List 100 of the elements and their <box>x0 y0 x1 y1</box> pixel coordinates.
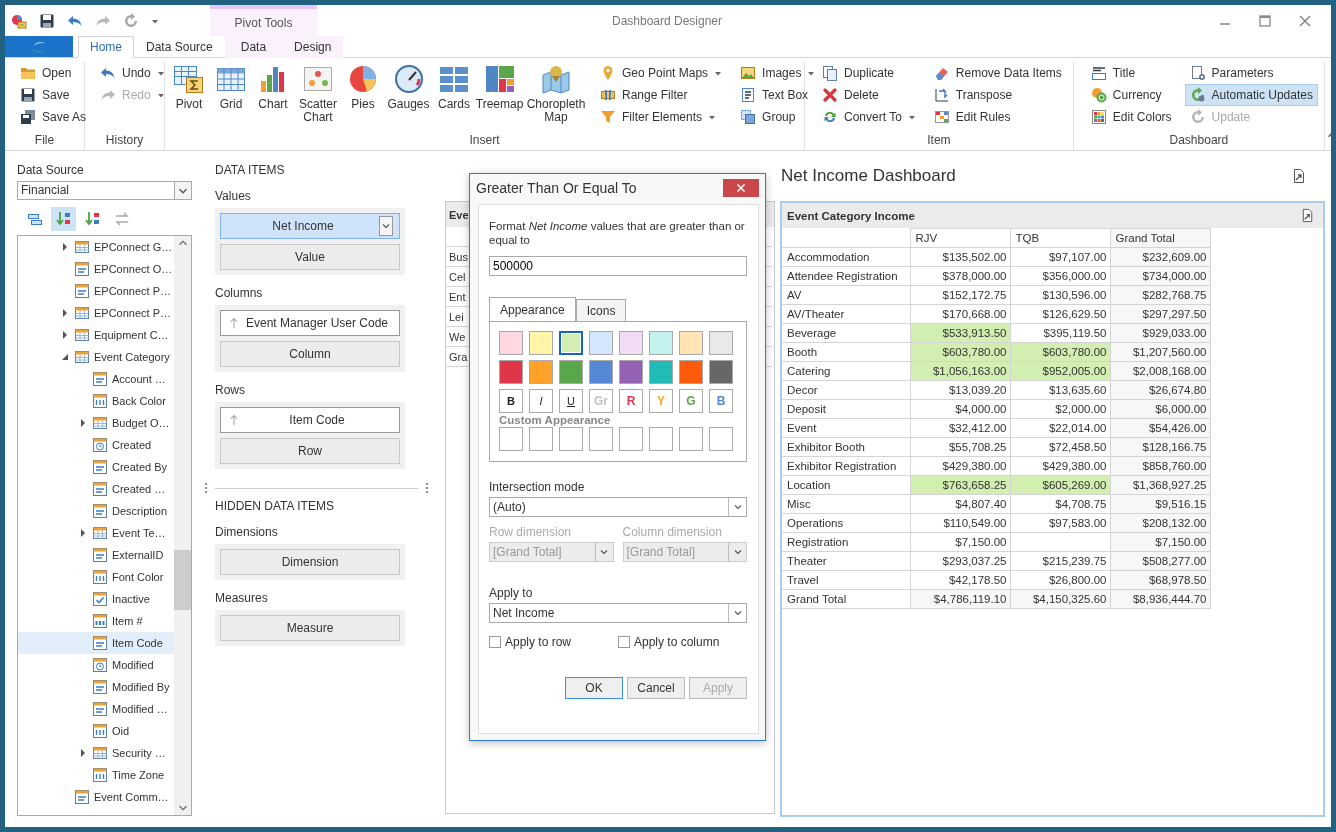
tree-item[interactable]: EPConnect G… <box>18 236 174 258</box>
font-style-swatch[interactable]: B <box>709 389 733 413</box>
tab[interactable]: Appearance <box>489 297 576 321</box>
color-swatch[interactable] <box>709 331 733 355</box>
tree-item[interactable]: Modified … <box>18 698 174 720</box>
checkbox[interactable] <box>489 636 501 648</box>
export-icon[interactable] <box>1291 168 1307 184</box>
export-icon[interactable] <box>1300 208 1315 223</box>
tab[interactable]: Icons <box>575 299 627 321</box>
tree-item[interactable]: Modified <box>18 654 174 676</box>
expander-icon[interactable] <box>79 419 87 427</box>
expander-icon[interactable] <box>79 749 87 757</box>
dialog-button[interactable]: OK <box>565 677 623 699</box>
data-item[interactable]: Dimension <box>220 549 400 575</box>
color-swatch[interactable] <box>619 360 643 384</box>
expander-icon[interactable] <box>61 243 69 251</box>
save-icon[interactable] <box>39 12 55 29</box>
custom-swatch[interactable] <box>679 427 703 451</box>
custom-swatch[interactable] <box>529 427 553 451</box>
data-item[interactable]: Column <box>220 341 400 367</box>
ribbon-button[interactable]: Grid <box>211 62 251 132</box>
font-style-swatch[interactable]: I <box>529 389 553 413</box>
tree-item[interactable]: Event Te… <box>18 522 174 544</box>
tree-item[interactable]: Created By <box>18 456 174 478</box>
font-style-swatch[interactable]: B <box>499 389 523 413</box>
tree-item[interactable]: Event Category <box>18 346 174 368</box>
custom-swatch[interactable] <box>589 427 613 451</box>
maximize-icon[interactable] <box>1257 12 1273 29</box>
close-icon[interactable] <box>1297 12 1313 29</box>
custom-swatch[interactable] <box>559 427 583 451</box>
tree-item[interactable]: Back Color <box>18 390 174 412</box>
expander-icon[interactable] <box>79 529 87 537</box>
scrollbar[interactable] <box>174 236 191 815</box>
data-source-select[interactable]: Financial <box>17 181 192 200</box>
tree-item[interactable]: Item # <box>18 610 174 632</box>
ribbon-tab[interactable]: Design <box>282 36 344 58</box>
font-style-swatch[interactable]: R <box>619 389 643 413</box>
scroll-thumb[interactable] <box>174 550 191 610</box>
color-swatch[interactable] <box>499 331 523 355</box>
ribbon-button[interactable]: Geo Point Maps <box>595 62 728 84</box>
ribbon-button[interactable]: Currency <box>1085 84 1177 106</box>
tree-item[interactable]: Modified By <box>18 676 174 698</box>
color-swatch[interactable] <box>649 331 673 355</box>
tree-item[interactable]: Security … <box>18 742 174 764</box>
refresh-icon[interactable] <box>123 12 139 29</box>
intersection-select[interactable]: (Auto) <box>489 497 747 517</box>
ribbon-button[interactable]: Gauges <box>385 62 432 132</box>
font-style-swatch[interactable]: U <box>559 389 583 413</box>
expander-icon[interactable] <box>61 331 69 339</box>
ribbon-button[interactable]: Filter Elements <box>595 106 728 128</box>
tree-item[interactable]: Equipment C… <box>18 324 174 346</box>
custom-swatch[interactable] <box>619 427 643 451</box>
ribbon-button[interactable]: Save <box>15 84 92 106</box>
tree-item[interactable]: Font Color <box>18 566 174 588</box>
tree-item[interactable]: ExternalID <box>18 544 174 566</box>
color-swatch[interactable] <box>679 331 703 355</box>
custom-swatch[interactable] <box>709 427 733 451</box>
tree-item[interactable]: Created <box>18 434 174 456</box>
tree-item[interactable]: EPConnect O… <box>18 258 174 280</box>
color-swatch[interactable] <box>709 360 733 384</box>
color-swatch[interactable] <box>589 360 613 384</box>
color-swatch[interactable] <box>559 360 583 384</box>
tree-item[interactable]: Inactive <box>18 588 174 610</box>
color-swatch[interactable] <box>529 331 553 355</box>
expander-icon[interactable] <box>61 309 69 317</box>
color-swatch[interactable] <box>529 360 553 384</box>
apply-to-select[interactable]: Net Income <box>489 603 747 623</box>
color-swatch[interactable] <box>589 331 613 355</box>
ribbon-button[interactable]: Cards <box>434 62 475 132</box>
ribbon-button[interactable]: Treemap <box>476 62 524 132</box>
ribbon-button[interactable]: Scatter Chart <box>295 62 341 132</box>
ribbon-button[interactable]: Save As <box>15 106 92 128</box>
color-swatch[interactable] <box>679 360 703 384</box>
tree-item[interactable]: Time Zone <box>18 764 174 786</box>
data-item[interactable]: Item Code <box>220 407 400 433</box>
data-item[interactable]: Value <box>220 244 400 270</box>
tree-item[interactable]: Description <box>18 500 174 522</box>
data-item[interactable]: Row <box>220 438 400 464</box>
tree-item[interactable]: Oid <box>18 720 174 742</box>
ribbon-button[interactable]: Remove Data Items <box>928 62 1067 84</box>
tree-item[interactable]: Account … <box>18 368 174 390</box>
ribbon-button[interactable]: Transpose <box>928 84 1067 106</box>
ribbon-button[interactable]: Edit Rules <box>928 106 1067 128</box>
tree-item[interactable]: Created … <box>18 478 174 500</box>
ribbon-button[interactable]: Open <box>15 62 92 84</box>
tree-item[interactable]: EPConnect P… <box>18 280 174 302</box>
ribbon-button[interactable]: Pivot <box>169 62 209 132</box>
ribbon-button[interactable]: Choropleth Map <box>525 62 588 132</box>
checkbox[interactable] <box>618 636 630 648</box>
close-button[interactable] <box>723 179 759 197</box>
dialog-button[interactable]: Cancel <box>627 677 685 699</box>
tree-item[interactable]: Budget O… <box>18 412 174 434</box>
toolbar-button[interactable] <box>51 207 76 231</box>
color-swatch[interactable] <box>559 331 583 355</box>
tree-item[interactable]: Event Comm… <box>18 786 174 808</box>
ribbon-button[interactable]: Pies <box>343 62 383 132</box>
app-logo-icon[interactable] <box>11 12 27 29</box>
data-item[interactable]: Event Manager User Code <box>220 310 400 336</box>
ribbon-button[interactable]: Automatic Updates <box>1184 84 1318 106</box>
ribbon-button[interactable]: Edit Colors <box>1085 106 1177 128</box>
